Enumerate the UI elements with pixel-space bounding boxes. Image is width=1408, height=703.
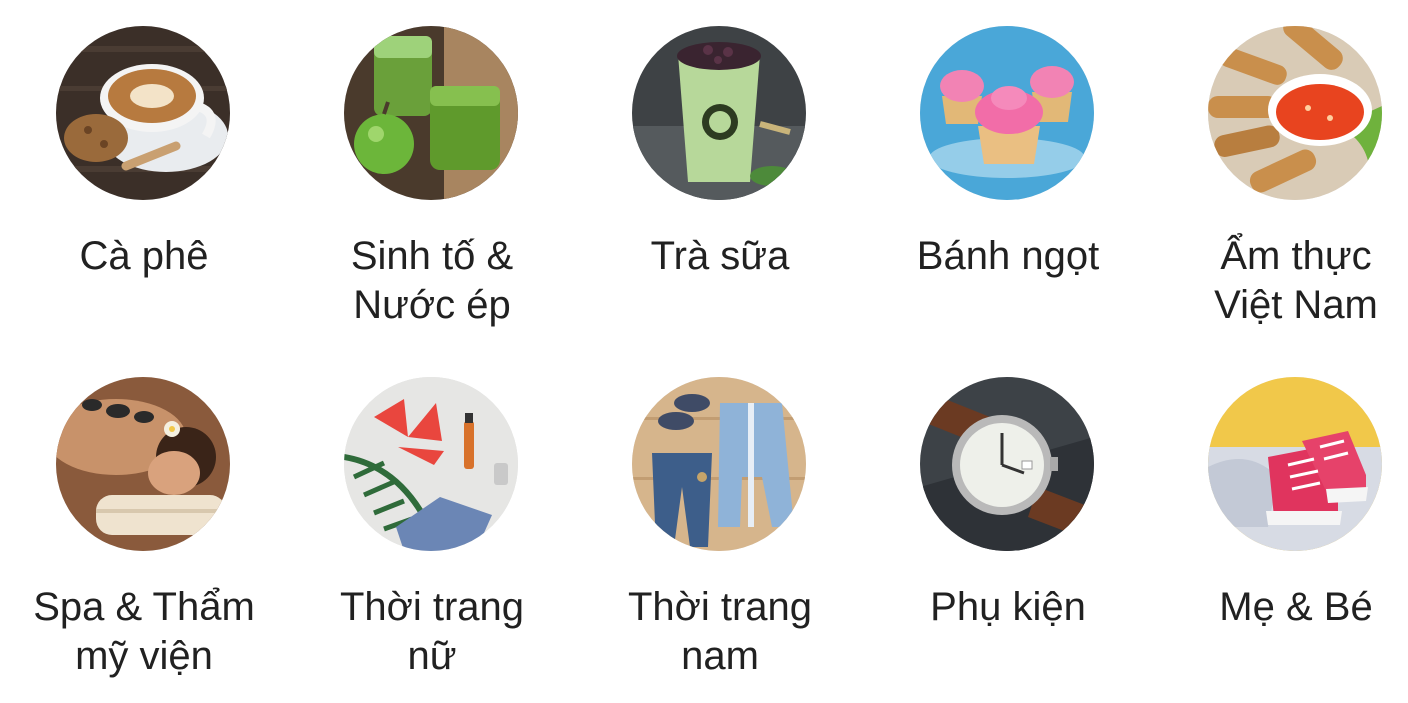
wristwatch-icon: [920, 377, 1094, 551]
category-tile-tra-sua[interactable]: Trà sữa: [576, 0, 864, 350]
smoothie-juice-icon: [344, 26, 518, 200]
category-label: Cà phê: [79, 234, 209, 278]
category-grid: Cà phê Sinh tố & Nước ép Trà sữa Bánh ng…: [0, 0, 1408, 703]
category-tile-thoi-trang-nu[interactable]: Thời trang nữ: [288, 351, 576, 701]
category-label: Mẹ & Bé: [1219, 585, 1373, 629]
category-tile-thoi-trang-nam[interactable]: Thời trang nam: [576, 351, 864, 701]
category-tile-me-be[interactable]: Mẹ & Bé: [1152, 351, 1408, 701]
spring-rolls-icon: [1208, 26, 1382, 200]
category-label: Sinh tố & Nước ép: [350, 234, 514, 327]
category-label: Thời trang nữ: [339, 585, 525, 678]
category-label: Ẩm thực Việt Nam: [1214, 234, 1378, 327]
category-tile-sinh-to-nuoc-ep[interactable]: Sinh tố & Nước ép: [288, 0, 576, 350]
category-tile-phu-kien[interactable]: Phụ kiện: [864, 351, 1152, 701]
category-tile-spa-tham-my-vien[interactable]: Spa & Thẩm mỹ viện: [0, 351, 288, 701]
womens-fashion-icon: [344, 377, 518, 551]
baby-shoes-icon: [1208, 377, 1382, 551]
category-tile-ca-phe[interactable]: Cà phê: [0, 0, 288, 350]
milk-tea-icon: [632, 26, 806, 200]
category-label: Phụ kiện: [930, 585, 1086, 629]
spa-stones-icon: [56, 377, 230, 551]
category-label: Trà sữa: [650, 234, 790, 278]
coffee-cup-icon: [56, 26, 230, 200]
cupcake-icon: [920, 26, 1094, 200]
category-tile-banh-ngot[interactable]: Bánh ngọt: [864, 0, 1152, 350]
category-label: Thời trang nam: [627, 585, 813, 678]
category-label: Spa & Thẩm mỹ viện: [33, 585, 255, 678]
category-label: Bánh ngọt: [916, 234, 1100, 278]
mens-fashion-icon: [632, 377, 806, 551]
category-tile-am-thuc-viet-nam[interactable]: Ẩm thực Việt Nam: [1152, 0, 1408, 350]
